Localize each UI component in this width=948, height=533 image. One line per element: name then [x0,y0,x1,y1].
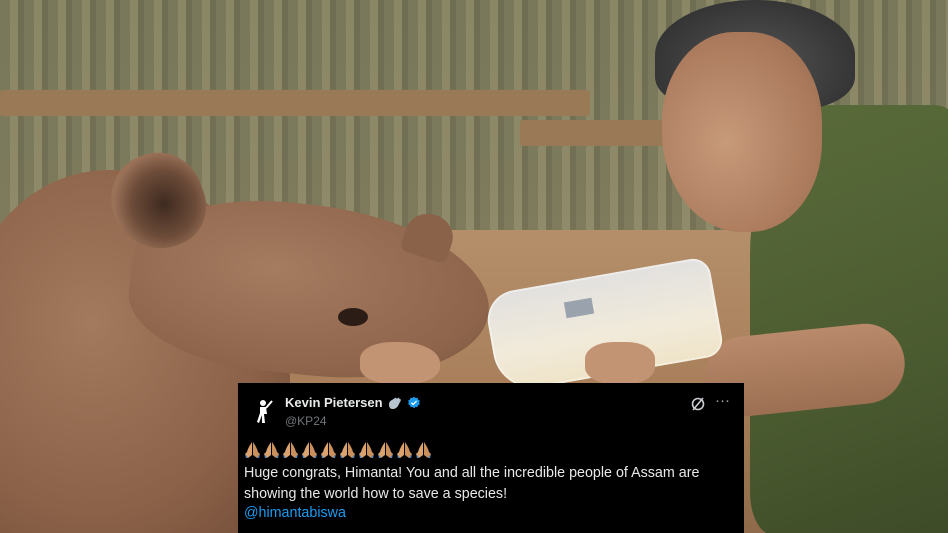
folded-hands-icon [359,442,374,458]
verified-badge-icon [407,396,420,408]
waving-hand-icon [388,397,401,409]
more-options-button[interactable]: ··· [715,392,730,409]
grok-icon[interactable] [690,396,706,412]
author-row: Kevin Pietersen [285,395,421,410]
mention-link[interactable]: @himantabiswa [244,505,346,521]
folded-hands-icon [378,442,393,458]
emoji-row [244,441,432,459]
folded-hands-icon [397,442,412,458]
folded-hands-icon [245,442,260,458]
folded-hands-icon [264,442,279,458]
author-handle[interactable]: @KP24 [285,414,327,428]
fence-rail [0,90,590,116]
tweet-text: Huge congrats, Himanta! You and all the … [244,463,734,505]
folded-hands-icon [321,442,336,458]
rhino-eye [338,308,368,326]
folded-hands-icon [283,442,298,458]
tweet-text-line: showing the world how to save a species! [244,486,508,502]
avatar[interactable] [248,397,278,427]
tweet-card: Kevin Pietersen @KP24 ··· Huge congrats,… [238,383,744,533]
folded-hands-icon [340,442,355,458]
man-face [662,32,822,232]
tweet-text-line: Huge congrats, Himanta! You and all the … [244,465,700,481]
folded-hands-icon [416,442,431,458]
hand-right [585,342,655,384]
author-name[interactable]: Kevin Pietersen [285,395,383,410]
folded-hands-icon [302,442,317,458]
hand-left [360,342,440,384]
cricketer-silhouette-icon [257,400,273,423]
